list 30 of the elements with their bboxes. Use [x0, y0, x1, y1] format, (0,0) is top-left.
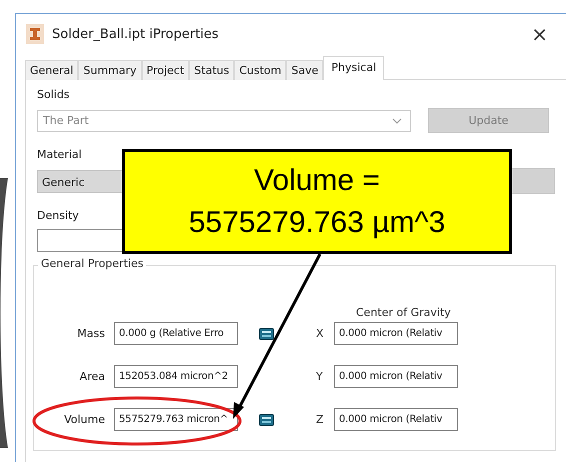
tab[interactable]: Physical	[323, 56, 384, 80]
window-title: Solder_Ball.ipt iProperties	[52, 26, 220, 42]
tab[interactable]: General	[25, 60, 78, 80]
field-label: Solids	[37, 87, 70, 103]
field-label: Density	[37, 208, 79, 224]
value-field[interactable]: 0.000 g (Relative Erro	[114, 322, 238, 345]
tab[interactable]: Save	[286, 60, 324, 80]
close-button[interactable]: ×	[531, 22, 566, 46]
axis-label: Z	[316, 413, 325, 426]
coordinate-field[interactable]: 0.000 micron (Relativ	[334, 408, 458, 431]
chevron-icon	[392, 118, 402, 124]
value-field[interactable]: 152053.084 micron^2	[114, 365, 238, 388]
field-label: Material	[37, 147, 82, 163]
field-label: Mass	[76, 327, 106, 340]
coordinate-field[interactable]: 0.000 micron (Relativ	[334, 365, 458, 388]
field-label: Volume	[63, 413, 106, 426]
axis-label: Y	[316, 370, 324, 383]
coordinate-field[interactable]: 0.000 micron (Relativ	[334, 322, 458, 345]
callout-text: 5575279.763 µm^3	[188, 204, 446, 240]
field-label: Area	[78, 370, 106, 383]
axis-label: X	[316, 327, 325, 340]
column-heading: Center of Gravity	[356, 306, 452, 321]
app-icon	[26, 24, 44, 44]
solids-dropdown[interactable]: The Part	[37, 110, 411, 132]
tab[interactable]: Status	[189, 60, 234, 80]
tab[interactable]: Summary	[78, 60, 142, 80]
tab[interactable]: Custom	[234, 60, 286, 80]
group-title: General Properties	[38, 257, 146, 270]
tab[interactable]: Project	[142, 60, 190, 80]
callout-text: Volume =	[254, 162, 380, 198]
